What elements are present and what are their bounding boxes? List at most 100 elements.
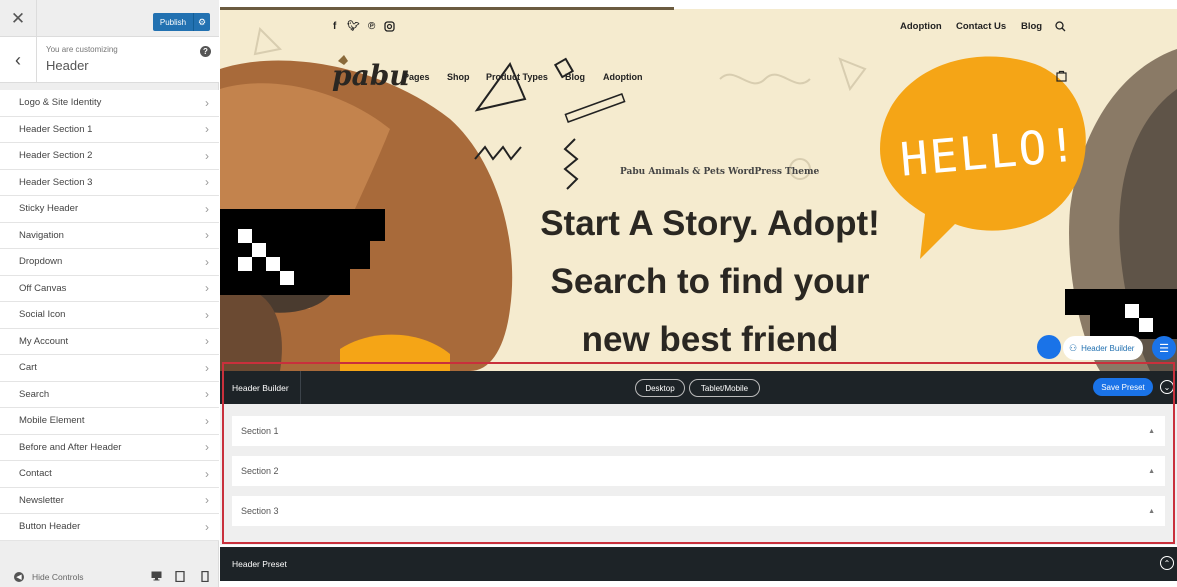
- menu-item-header-section-2[interactable]: Header Section 2 ›: [0, 143, 219, 170]
- site-preview: f 🐦︎ ℗ Adoption Contact Us Blog pabu Pag…: [220, 0, 1177, 587]
- back-button[interactable]: ‹: [0, 37, 37, 83]
- menu-item-label: Header Section 3: [19, 176, 93, 188]
- header-builder-pill[interactable]: ⚇ Header Builder: [1063, 336, 1143, 360]
- menu-item-logo-site-identity[interactable]: Logo & Site Identity ›: [0, 90, 219, 117]
- customizing-label: You are customizing: [46, 45, 118, 54]
- menu-item-before-after-header[interactable]: Before and After Header ›: [0, 434, 219, 461]
- publish-button[interactable]: Publish: [153, 13, 193, 31]
- menu-item-label: Contact: [19, 468, 52, 480]
- menu-item-header-section-3[interactable]: Header Section 3 ›: [0, 169, 219, 196]
- caret-up-icon[interactable]: ▲: [1148, 468, 1155, 475]
- menu-item-label: Search: [19, 388, 50, 400]
- chevron-left-icon: ‹: [15, 49, 21, 70]
- chevron-right-icon: ›: [205, 122, 209, 137]
- publish-settings-button[interactable]: ⚙: [193, 13, 210, 31]
- caret-up-icon[interactable]: ▲: [1148, 428, 1155, 435]
- main-nav-adoption[interactable]: Adoption: [603, 72, 643, 82]
- pinterest-icon[interactable]: ℗: [368, 21, 375, 32]
- main-nav-shop[interactable]: Shop: [447, 72, 470, 82]
- menu-item-newsletter[interactable]: Newsletter ›: [0, 487, 219, 514]
- menu-item-button-header[interactable]: Button Header ›: [0, 514, 219, 541]
- tab-desktop[interactable]: Desktop: [635, 379, 685, 397]
- section-title: Header: [46, 58, 89, 73]
- hide-controls-icon[interactable]: ◀: [14, 571, 24, 582]
- menu-item-mobile-element[interactable]: Mobile Element ›: [0, 408, 219, 435]
- mobile-icon[interactable]: [199, 570, 211, 582]
- header-preset-title: Header Preset: [232, 559, 287, 569]
- main-nav-blog[interactable]: Blog: [565, 72, 585, 82]
- menu-item-label: Off Canvas: [19, 282, 67, 294]
- customizer-sidebar: ✕ Publish ⚙ ‹ You are customizing Header…: [0, 0, 219, 587]
- hero-headline: Start A Story. Adopt! Search to find you…: [495, 195, 925, 369]
- menu-item-header-section-1[interactable]: Header Section 1 ›: [0, 116, 219, 143]
- desktop-icon[interactable]: [150, 570, 162, 582]
- menu-item-my-account[interactable]: My Account ›: [0, 328, 219, 355]
- menu-item-label: Social Icon: [19, 309, 66, 321]
- header-builder-panel: Header Builder Desktop Tablet/Mobile Sav…: [220, 371, 1177, 545]
- sitemap-icon: ⚇: [1069, 342, 1078, 353]
- header-builder-pill-label: Header Builder: [1081, 343, 1135, 353]
- search-icon[interactable]: [1055, 21, 1066, 35]
- edit-shortcut-button[interactable]: [1037, 335, 1061, 359]
- tab-tablet-mobile[interactable]: Tablet/Mobile: [689, 379, 760, 397]
- chevron-right-icon: ›: [205, 440, 209, 455]
- customizer-toolbar: ✕ Publish ⚙: [0, 0, 219, 37]
- menu-item-label: Header Section 2: [19, 150, 93, 162]
- gear-icon: ⚙: [197, 16, 207, 27]
- instagram-icon[interactable]: [384, 21, 395, 35]
- chevron-right-icon: ›: [205, 334, 209, 349]
- builder-section-3[interactable]: Section 3 ▲: [232, 496, 1165, 526]
- menu-item-cart[interactable]: Cart ›: [0, 355, 219, 382]
- chevron-right-icon: ›: [205, 254, 209, 269]
- menu-item-off-canvas[interactable]: Off Canvas ›: [0, 275, 219, 302]
- twitter-icon[interactable]: 🐦︎: [347, 21, 360, 32]
- builder-section-2[interactable]: Section 2 ▲: [232, 456, 1165, 486]
- cart-icon[interactable]: [1056, 70, 1067, 85]
- menu-item-label: Button Header: [19, 521, 81, 533]
- hide-controls-button[interactable]: Hide Controls: [32, 572, 84, 582]
- save-preset-button[interactable]: Save Preset: [1093, 378, 1153, 396]
- menu-item-label: Newsletter: [19, 494, 64, 506]
- menu-item-social-icon[interactable]: Social Icon ›: [0, 302, 219, 329]
- chevron-up-icon[interactable]: ⌃: [1160, 556, 1174, 570]
- section-header: ‹ You are customizing Header ?: [0, 37, 219, 83]
- menu-item-navigation[interactable]: Navigation ›: [0, 222, 219, 249]
- chevron-right-icon: ›: [205, 413, 209, 428]
- main-nav-pages[interactable]: Pages: [403, 72, 430, 82]
- list-icon[interactable]: ☰: [1152, 336, 1176, 360]
- top-nav-blog[interactable]: Blog: [1021, 21, 1042, 32]
- hero-tagline: Pabu Animals & Pets WordPress Theme: [620, 167, 820, 177]
- divider: [300, 371, 301, 404]
- menu-item-dropdown[interactable]: Dropdown ›: [0, 249, 219, 276]
- loading-bar: [220, 7, 674, 10]
- chevron-right-icon: ›: [205, 201, 209, 216]
- menu-item-label: Before and After Header: [19, 441, 122, 453]
- headline-line-1: Start A Story. Adopt!: [540, 204, 880, 243]
- headline-line-3: new best friend: [581, 320, 839, 359]
- close-icon: ✕: [10, 8, 26, 28]
- menu-item-contact[interactable]: Contact ›: [0, 461, 219, 488]
- chevron-right-icon: ›: [205, 360, 209, 375]
- menu-item-sticky-header[interactable]: Sticky Header ›: [0, 196, 219, 223]
- section-label: Section 3: [241, 506, 279, 516]
- help-icon[interactable]: ?: [200, 46, 211, 57]
- tablet-icon[interactable]: [174, 570, 186, 582]
- headline-line-2: Search to find your: [550, 262, 870, 301]
- top-nav-contact-us[interactable]: Contact Us: [956, 21, 1006, 32]
- main-nav-product-types[interactable]: Product Types: [486, 72, 548, 82]
- chevron-right-icon: ›: [205, 387, 209, 402]
- menu-item-label: Logo & Site Identity: [19, 97, 102, 109]
- chevron-right-icon: ›: [205, 228, 209, 243]
- caret-up-icon[interactable]: ▲: [1148, 508, 1155, 515]
- menu-item-label: Dropdown: [19, 256, 63, 268]
- facebook-icon[interactable]: f: [333, 21, 336, 32]
- header-builder-title: Header Builder: [232, 383, 289, 393]
- customizer-menu: Logo & Site Identity › Header Section 1 › …: [0, 90, 219, 541]
- site-logo[interactable]: pabu: [332, 59, 410, 92]
- chevron-down-icon[interactable]: ⌄: [1160, 380, 1174, 394]
- close-customizer-button[interactable]: ✕: [0, 0, 37, 37]
- header-preset-bar: Header Preset ⌃: [220, 547, 1177, 581]
- menu-item-search[interactable]: Search ›: [0, 381, 219, 408]
- top-nav-adoption[interactable]: Adoption: [900, 21, 942, 32]
- builder-section-1[interactable]: Section 1 ▲: [232, 416, 1165, 446]
